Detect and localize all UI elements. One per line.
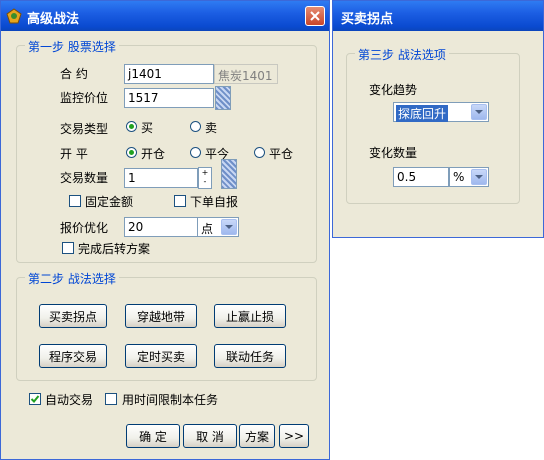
step3-group: 第三步 战法选项 变化趋势 探底回升 变化数量 0.5 %: [346, 46, 520, 204]
chevron-down-icon[interactable]: [471, 104, 487, 120]
quantity-label: 交易数量: [60, 171, 109, 185]
tactic-crossing-zone-button[interactable]: 穿越地带: [125, 304, 197, 328]
contract-name-field: 焦炭1401: [214, 64, 278, 84]
time-limit-checkbox[interactable]: [105, 393, 117, 405]
open-label[interactable]: 开仓: [141, 145, 165, 162]
fixed-amount-checkbox[interactable]: [69, 195, 81, 207]
check-icon: [30, 395, 40, 403]
amount-label: 变化数量: [369, 146, 418, 160]
trade-type-buy-label[interactable]: 买: [141, 119, 153, 136]
after-done-checkbox[interactable]: [62, 242, 74, 254]
open-radio[interactable]: [126, 147, 137, 158]
trade-type-sell-radio[interactable]: [190, 121, 201, 132]
main-window-title: 高级战法: [27, 12, 80, 27]
tactic-stop-profit-loss-button[interactable]: 止赢止损: [214, 304, 286, 328]
quantity-input[interactable]: 1: [124, 168, 198, 188]
price-picker-icon[interactable]: [215, 86, 231, 110]
price-optimize-label: 报价优化: [60, 221, 109, 235]
step2-title: 第二步 战法选择: [25, 270, 119, 287]
trade-type-buy-radio[interactable]: [126, 121, 137, 132]
tactic-timed-trade-button[interactable]: 定时买卖: [125, 344, 197, 368]
trade-type-sell-label[interactable]: 卖: [205, 119, 217, 136]
auto-trade-label[interactable]: 自动交易: [45, 391, 93, 408]
main-title-bar[interactable]: 高级战法: [1, 1, 329, 31]
monitor-price-label: 监控价位: [60, 91, 109, 105]
trend-select[interactable]: 探底回升: [393, 102, 489, 122]
chevron-down-icon[interactable]: [471, 169, 487, 185]
auto-order-checkbox[interactable]: [174, 195, 186, 207]
ok-button[interactable]: 确 定: [126, 424, 180, 448]
fixed-amount-label[interactable]: 固定金额: [85, 193, 133, 210]
auto-order-label[interactable]: 下单自报: [190, 193, 238, 210]
close-today-radio[interactable]: [190, 147, 201, 158]
monitor-price-input[interactable]: 1517: [124, 88, 214, 108]
price-unit-value: 点: [201, 222, 214, 236]
tactic-linked-task-button[interactable]: 联动任务: [214, 344, 286, 368]
open-close-label: 开 平: [60, 147, 88, 161]
amount-unit-value: %: [453, 170, 465, 184]
tactic-turning-point-button[interactable]: 买卖拐点: [39, 304, 107, 328]
auto-trade-checkbox[interactable]: [29, 393, 41, 405]
quantity-stepper[interactable]: + -: [198, 167, 212, 189]
turning-point-window: 买卖拐点 第三步 战法选项 变化趋势 探底回升 变化数量 0.5 %: [332, 0, 544, 238]
amount-unit-select[interactable]: %: [449, 167, 489, 187]
trend-label: 变化趋势: [369, 83, 418, 97]
time-limit-label[interactable]: 用时间限制本任务: [122, 391, 218, 408]
close-position-radio[interactable]: [254, 147, 265, 158]
price-optimize-input[interactable]: 20: [124, 217, 198, 237]
trend-value: 探底回升: [396, 105, 449, 122]
advanced-tactics-window: 高级战法 第一步 股票选择 合 约 j1401 焦炭1401 监控价位 1517…: [0, 0, 330, 460]
step3-title: 第三步 战法选项: [355, 46, 449, 63]
step1-title: 第一步 股票选择: [25, 38, 119, 55]
close-position-label[interactable]: 平仓: [269, 145, 293, 162]
tactic-program-trade-button[interactable]: 程序交易: [39, 344, 107, 368]
contract-input[interactable]: j1401: [124, 64, 214, 84]
app-icon: [6, 8, 22, 24]
plan-button[interactable]: 方案: [239, 424, 275, 448]
close-icon: [310, 11, 320, 21]
amount-input[interactable]: 0.5: [393, 167, 449, 187]
quantity-picker-icon[interactable]: [221, 159, 237, 189]
cancel-button[interactable]: 取 消: [183, 424, 237, 448]
price-unit-select[interactable]: 点: [197, 217, 239, 237]
side-window-title: 买卖拐点: [341, 12, 394, 27]
after-done-label[interactable]: 完成后转方案: [78, 240, 150, 257]
chevron-down-icon[interactable]: [221, 219, 237, 235]
side-title-bar[interactable]: 买卖拐点: [333, 1, 543, 31]
step1-group: 第一步 股票选择 合 约 j1401 焦炭1401 监控价位 1517 交易类型…: [16, 38, 317, 263]
step2-group: 第二步 战法选择 买卖拐点 穿越地带 止赢止损 程序交易 定时买卖 联动任务: [16, 270, 317, 381]
contract-label: 合 约: [60, 67, 88, 81]
close-button[interactable]: [305, 6, 325, 26]
trade-type-label: 交易类型: [60, 122, 109, 136]
more-button[interactable]: >>: [279, 424, 309, 448]
